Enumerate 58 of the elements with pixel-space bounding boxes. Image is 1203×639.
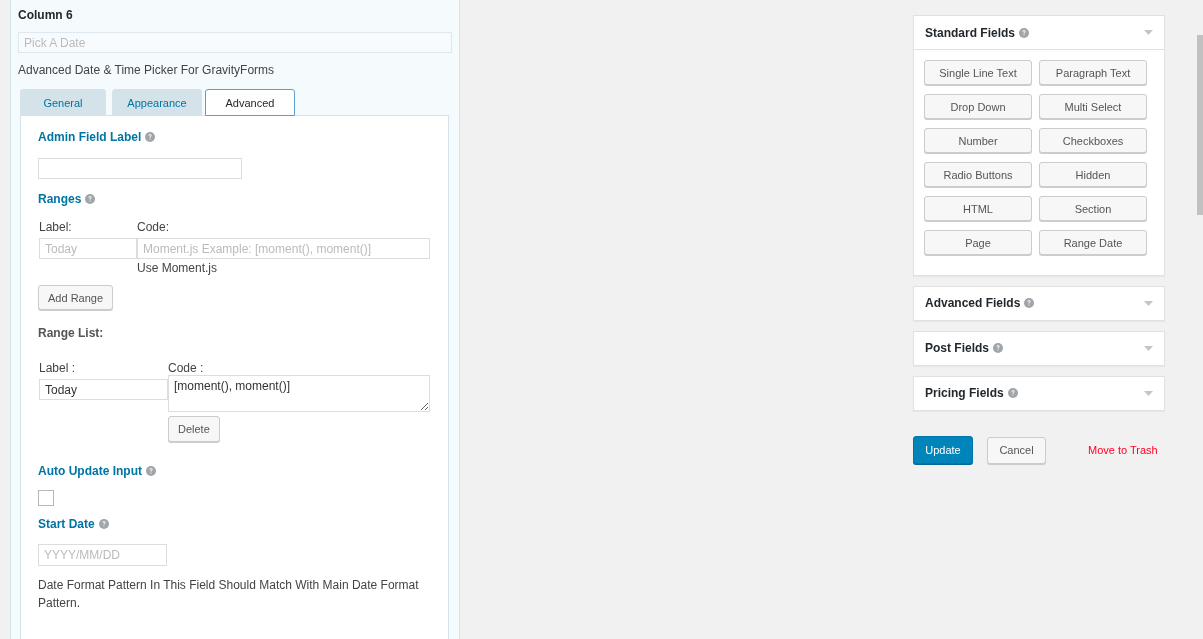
start-date-input[interactable]: YYYY/MM/DD xyxy=(38,544,167,566)
update-button[interactable]: Update xyxy=(913,436,973,464)
column-heading: Label : xyxy=(39,361,76,375)
range-label-input[interactable]: Today xyxy=(39,238,137,259)
add-field-button[interactable]: Range Date xyxy=(1039,230,1147,255)
delete-button[interactable]: Delete xyxy=(168,416,220,442)
help-icon xyxy=(993,343,1003,353)
field-group-header[interactable]: Advanced Fields xyxy=(914,287,1164,320)
help-icon xyxy=(145,132,156,142)
column-heading: Code : xyxy=(168,361,204,375)
column-heading: Code: xyxy=(137,219,170,235)
add-field-button[interactable]: Page xyxy=(924,230,1032,255)
help-icon xyxy=(85,194,96,204)
field-group-header[interactable]: Standard Fields xyxy=(914,16,1164,50)
add-field-button[interactable]: Paragraph Text xyxy=(1039,60,1147,85)
field-group-header[interactable]: Post Fields xyxy=(914,332,1164,365)
add-field-button[interactable]: Checkboxes xyxy=(1039,128,1147,153)
add-field-button[interactable]: Section xyxy=(1039,196,1147,221)
add-field-button[interactable]: Radio Buttons xyxy=(924,162,1032,187)
field-group-header[interactable]: Pricing Fields xyxy=(914,377,1164,410)
scrollbar-thumb[interactable] xyxy=(1197,35,1203,215)
caret-icon xyxy=(1144,390,1153,396)
date-format-note: Date Format Pattern In This Field Should Match With Main Date Format Pattern. xyxy=(38,577,420,612)
auto-update-checkbox[interactable] xyxy=(38,490,54,506)
setting-label: Admin Field Label xyxy=(38,129,142,145)
help-icon xyxy=(146,466,156,476)
setting-label: Ranges xyxy=(38,191,82,207)
trash-link[interactable]: Move to Trash xyxy=(1088,444,1158,456)
caret-icon xyxy=(1144,345,1153,351)
add-field-button[interactable]: Single Line Text xyxy=(924,60,1032,85)
range-label-input[interactable]: Today xyxy=(39,379,168,400)
help-icon xyxy=(1007,388,1018,398)
range-code-textarea[interactable]: [moment(), moment()] xyxy=(168,375,430,412)
date-input-field[interactable]: Pick A Date xyxy=(18,32,452,53)
setting-label: Auto Update Input xyxy=(38,463,142,479)
range-code-input[interactable]: Moment.js Example: [moment(), moment()] xyxy=(137,238,430,259)
settings-tab[interactable]: General xyxy=(20,89,106,116)
add-field-button[interactable]: HTML xyxy=(924,196,1032,221)
cancel-button[interactable]: Cancel xyxy=(987,436,1046,464)
add-range-button[interactable]: Add Range xyxy=(38,285,114,310)
add-field-button[interactable]: Drop Down xyxy=(924,94,1032,119)
help-icon xyxy=(1024,298,1035,308)
range-list-title: Range List: xyxy=(38,325,105,341)
settings-tab[interactable]: Advanced xyxy=(205,89,295,116)
add-field-button[interactable]: Hidden xyxy=(1039,162,1147,187)
setting-label: Start Date xyxy=(38,516,95,532)
help-icon xyxy=(1019,27,1030,38)
column-heading: Label: xyxy=(39,219,72,235)
field-description: Advanced Date & Time Picker For GravityForms xyxy=(18,62,276,78)
admin-label-input[interactable] xyxy=(38,158,242,179)
caret-icon xyxy=(1144,300,1153,306)
field-title: Column 6 xyxy=(18,8,74,22)
caret-icon xyxy=(1144,30,1153,35)
add-field-button[interactable]: Number xyxy=(924,128,1032,153)
hint-text: Use Moment.js xyxy=(137,260,218,276)
help-icon xyxy=(98,519,109,529)
settings-tab[interactable]: Appearance xyxy=(112,89,202,116)
add-field-button[interactable]: Multi Select xyxy=(1039,94,1147,119)
